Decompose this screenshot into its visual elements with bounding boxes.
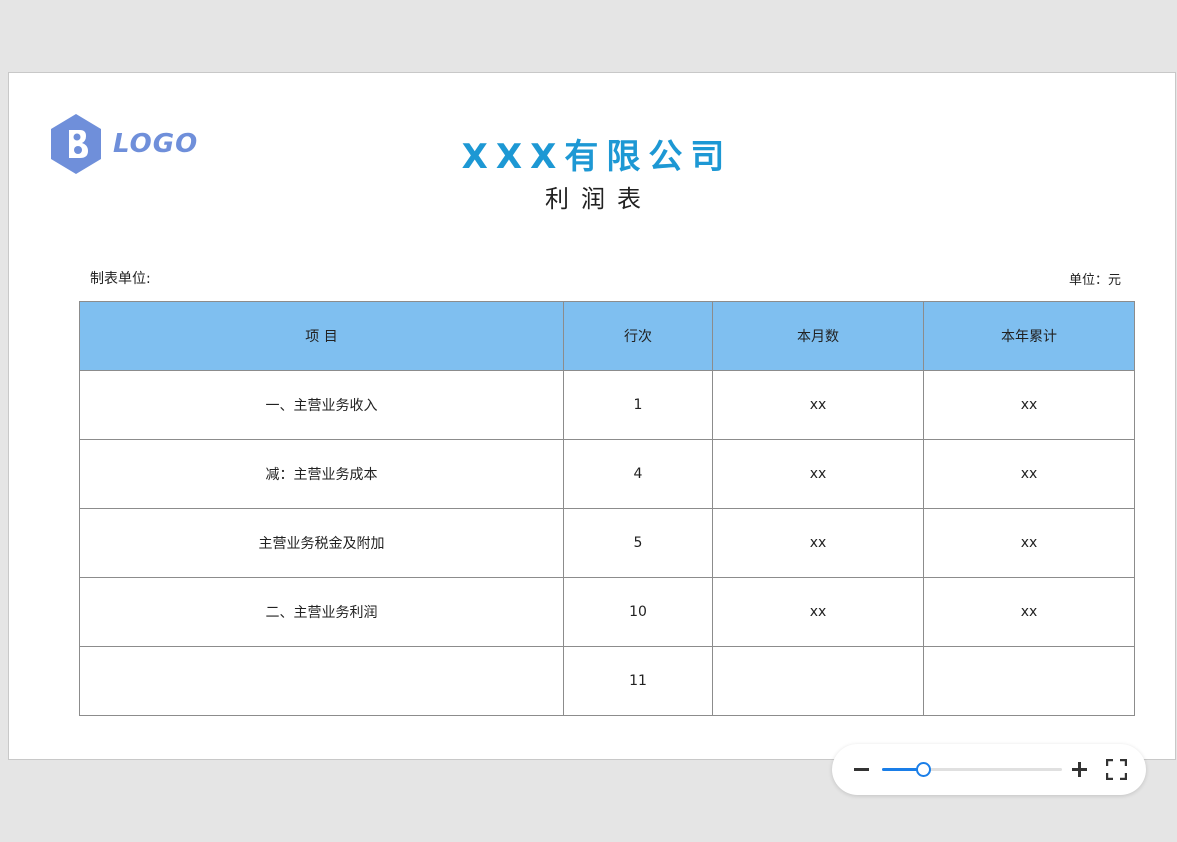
table-row: 11 — [79, 646, 1135, 716]
table-row: 主营业务税金及附加 5 xx xx — [79, 508, 1135, 578]
row-month: xx — [712, 439, 924, 509]
plus-icon[interactable] — [1072, 762, 1087, 777]
zoom-control — [832, 744, 1146, 795]
header-year: 本年累计 — [923, 301, 1135, 371]
row-item: 减：主营业务成本 — [79, 439, 564, 509]
table-row: 二、主营业务利润 10 xx xx — [79, 577, 1135, 647]
row-year — [923, 646, 1135, 716]
row-line: 10 — [563, 577, 713, 647]
row-item — [79, 646, 564, 716]
header-month: 本月数 — [712, 301, 924, 371]
income-statement-table: 项 目 行次 本月数 本年累计 一、主营业务收入 1 xx xx 减：主营业务成… — [79, 301, 1135, 716]
row-month: xx — [712, 577, 924, 647]
row-month — [712, 646, 924, 716]
header-line: 行次 — [563, 301, 713, 371]
row-line: 4 — [563, 439, 713, 509]
zoom-slider-handle[interactable] — [916, 762, 931, 777]
row-year: xx — [923, 577, 1135, 647]
report-page: LOGO XXX有限公司 利润表 制表单位: 单位：元 项 目 行次 本月数 本… — [8, 72, 1176, 760]
row-year: xx — [923, 370, 1135, 440]
report-title: 利润表 — [545, 185, 653, 213]
row-line: 11 — [563, 646, 713, 716]
table-row: 减：主营业务成本 4 xx xx — [79, 439, 1135, 509]
zoom-slider[interactable] — [882, 762, 1062, 777]
prepared-by-label: 制表单位: — [90, 271, 151, 287]
minus-icon[interactable] — [854, 768, 869, 771]
row-item: 一、主营业务收入 — [79, 370, 564, 440]
row-line: 1 — [563, 370, 713, 440]
row-year: xx — [923, 439, 1135, 509]
row-year: xx — [923, 508, 1135, 578]
row-item: 二、主营业务利润 — [79, 577, 564, 647]
row-line: 5 — [563, 508, 713, 578]
row-item: 主营业务税金及附加 — [79, 508, 564, 578]
table-row: 一、主营业务收入 1 xx xx — [79, 370, 1135, 440]
row-month: xx — [712, 370, 924, 440]
row-month: xx — [712, 508, 924, 578]
table-header-row: 项 目 行次 本月数 本年累计 — [79, 301, 1135, 371]
fullscreen-icon[interactable] — [1106, 759, 1127, 780]
company-title: XXX有限公司 — [461, 137, 733, 177]
header-item: 项 目 — [79, 301, 564, 371]
unit-label: 单位：元 — [1068, 273, 1121, 288]
